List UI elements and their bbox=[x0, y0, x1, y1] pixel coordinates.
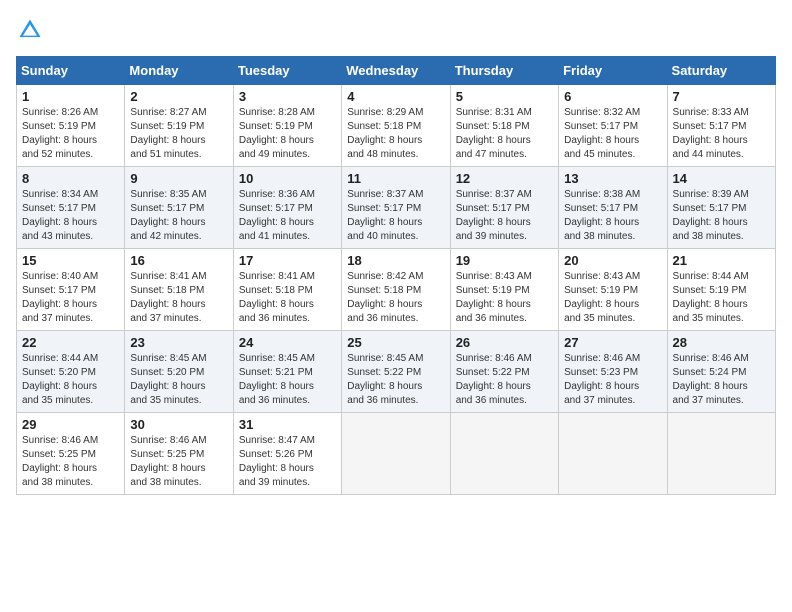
table-row: 9Sunrise: 8:35 AMSunset: 5:17 PMDaylight… bbox=[125, 167, 233, 249]
table-row: 7Sunrise: 8:33 AMSunset: 5:17 PMDaylight… bbox=[667, 85, 775, 167]
table-row: 25Sunrise: 8:45 AMSunset: 5:22 PMDayligh… bbox=[342, 331, 450, 413]
table-row: 24Sunrise: 8:45 AMSunset: 5:21 PMDayligh… bbox=[233, 331, 341, 413]
table-row: 31Sunrise: 8:47 AMSunset: 5:26 PMDayligh… bbox=[233, 413, 341, 495]
table-row: 29Sunrise: 8:46 AMSunset: 5:25 PMDayligh… bbox=[17, 413, 125, 495]
table-row: 3Sunrise: 8:28 AMSunset: 5:19 PMDaylight… bbox=[233, 85, 341, 167]
table-row: 27Sunrise: 8:46 AMSunset: 5:23 PMDayligh… bbox=[559, 331, 667, 413]
table-row: 8Sunrise: 8:34 AMSunset: 5:17 PMDaylight… bbox=[17, 167, 125, 249]
table-row: 15Sunrise: 8:40 AMSunset: 5:17 PMDayligh… bbox=[17, 249, 125, 331]
table-row: 4Sunrise: 8:29 AMSunset: 5:18 PMDaylight… bbox=[342, 85, 450, 167]
table-row: 11Sunrise: 8:37 AMSunset: 5:17 PMDayligh… bbox=[342, 167, 450, 249]
table-row: 23Sunrise: 8:45 AMSunset: 5:20 PMDayligh… bbox=[125, 331, 233, 413]
table-row: 1Sunrise: 8:26 AMSunset: 5:19 PMDaylight… bbox=[17, 85, 125, 167]
table-row: 16Sunrise: 8:41 AMSunset: 5:18 PMDayligh… bbox=[125, 249, 233, 331]
table-row bbox=[667, 413, 775, 495]
table-row: 21Sunrise: 8:44 AMSunset: 5:19 PMDayligh… bbox=[667, 249, 775, 331]
header-day-thursday: Thursday bbox=[450, 57, 558, 85]
table-row: 20Sunrise: 8:43 AMSunset: 5:19 PMDayligh… bbox=[559, 249, 667, 331]
table-row: 26Sunrise: 8:46 AMSunset: 5:22 PMDayligh… bbox=[450, 331, 558, 413]
table-row: 17Sunrise: 8:41 AMSunset: 5:18 PMDayligh… bbox=[233, 249, 341, 331]
table-row bbox=[342, 413, 450, 495]
table-row: 18Sunrise: 8:42 AMSunset: 5:18 PMDayligh… bbox=[342, 249, 450, 331]
table-row: 2Sunrise: 8:27 AMSunset: 5:19 PMDaylight… bbox=[125, 85, 233, 167]
header-day-monday: Monday bbox=[125, 57, 233, 85]
page-header bbox=[16, 16, 776, 44]
calendar-week-3: 22Sunrise: 8:44 AMSunset: 5:20 PMDayligh… bbox=[17, 331, 776, 413]
calendar-week-1: 8Sunrise: 8:34 AMSunset: 5:17 PMDaylight… bbox=[17, 167, 776, 249]
logo-icon bbox=[16, 16, 44, 44]
header-day-friday: Friday bbox=[559, 57, 667, 85]
table-row bbox=[559, 413, 667, 495]
logo bbox=[16, 16, 48, 44]
table-row: 30Sunrise: 8:46 AMSunset: 5:25 PMDayligh… bbox=[125, 413, 233, 495]
header-day-saturday: Saturday bbox=[667, 57, 775, 85]
header-row: SundayMondayTuesdayWednesdayThursdayFrid… bbox=[17, 57, 776, 85]
calendar-table: SundayMondayTuesdayWednesdayThursdayFrid… bbox=[16, 56, 776, 495]
table-row: 6Sunrise: 8:32 AMSunset: 5:17 PMDaylight… bbox=[559, 85, 667, 167]
header-day-tuesday: Tuesday bbox=[233, 57, 341, 85]
calendar-week-2: 15Sunrise: 8:40 AMSunset: 5:17 PMDayligh… bbox=[17, 249, 776, 331]
table-row: 13Sunrise: 8:38 AMSunset: 5:17 PMDayligh… bbox=[559, 167, 667, 249]
header-day-sunday: Sunday bbox=[17, 57, 125, 85]
table-row: 28Sunrise: 8:46 AMSunset: 5:24 PMDayligh… bbox=[667, 331, 775, 413]
table-row: 22Sunrise: 8:44 AMSunset: 5:20 PMDayligh… bbox=[17, 331, 125, 413]
table-row: 19Sunrise: 8:43 AMSunset: 5:19 PMDayligh… bbox=[450, 249, 558, 331]
table-row bbox=[450, 413, 558, 495]
calendar-week-4: 29Sunrise: 8:46 AMSunset: 5:25 PMDayligh… bbox=[17, 413, 776, 495]
calendar-week-0: 1Sunrise: 8:26 AMSunset: 5:19 PMDaylight… bbox=[17, 85, 776, 167]
table-row: 12Sunrise: 8:37 AMSunset: 5:17 PMDayligh… bbox=[450, 167, 558, 249]
table-row: 10Sunrise: 8:36 AMSunset: 5:17 PMDayligh… bbox=[233, 167, 341, 249]
table-row: 5Sunrise: 8:31 AMSunset: 5:18 PMDaylight… bbox=[450, 85, 558, 167]
table-row: 14Sunrise: 8:39 AMSunset: 5:17 PMDayligh… bbox=[667, 167, 775, 249]
header-day-wednesday: Wednesday bbox=[342, 57, 450, 85]
